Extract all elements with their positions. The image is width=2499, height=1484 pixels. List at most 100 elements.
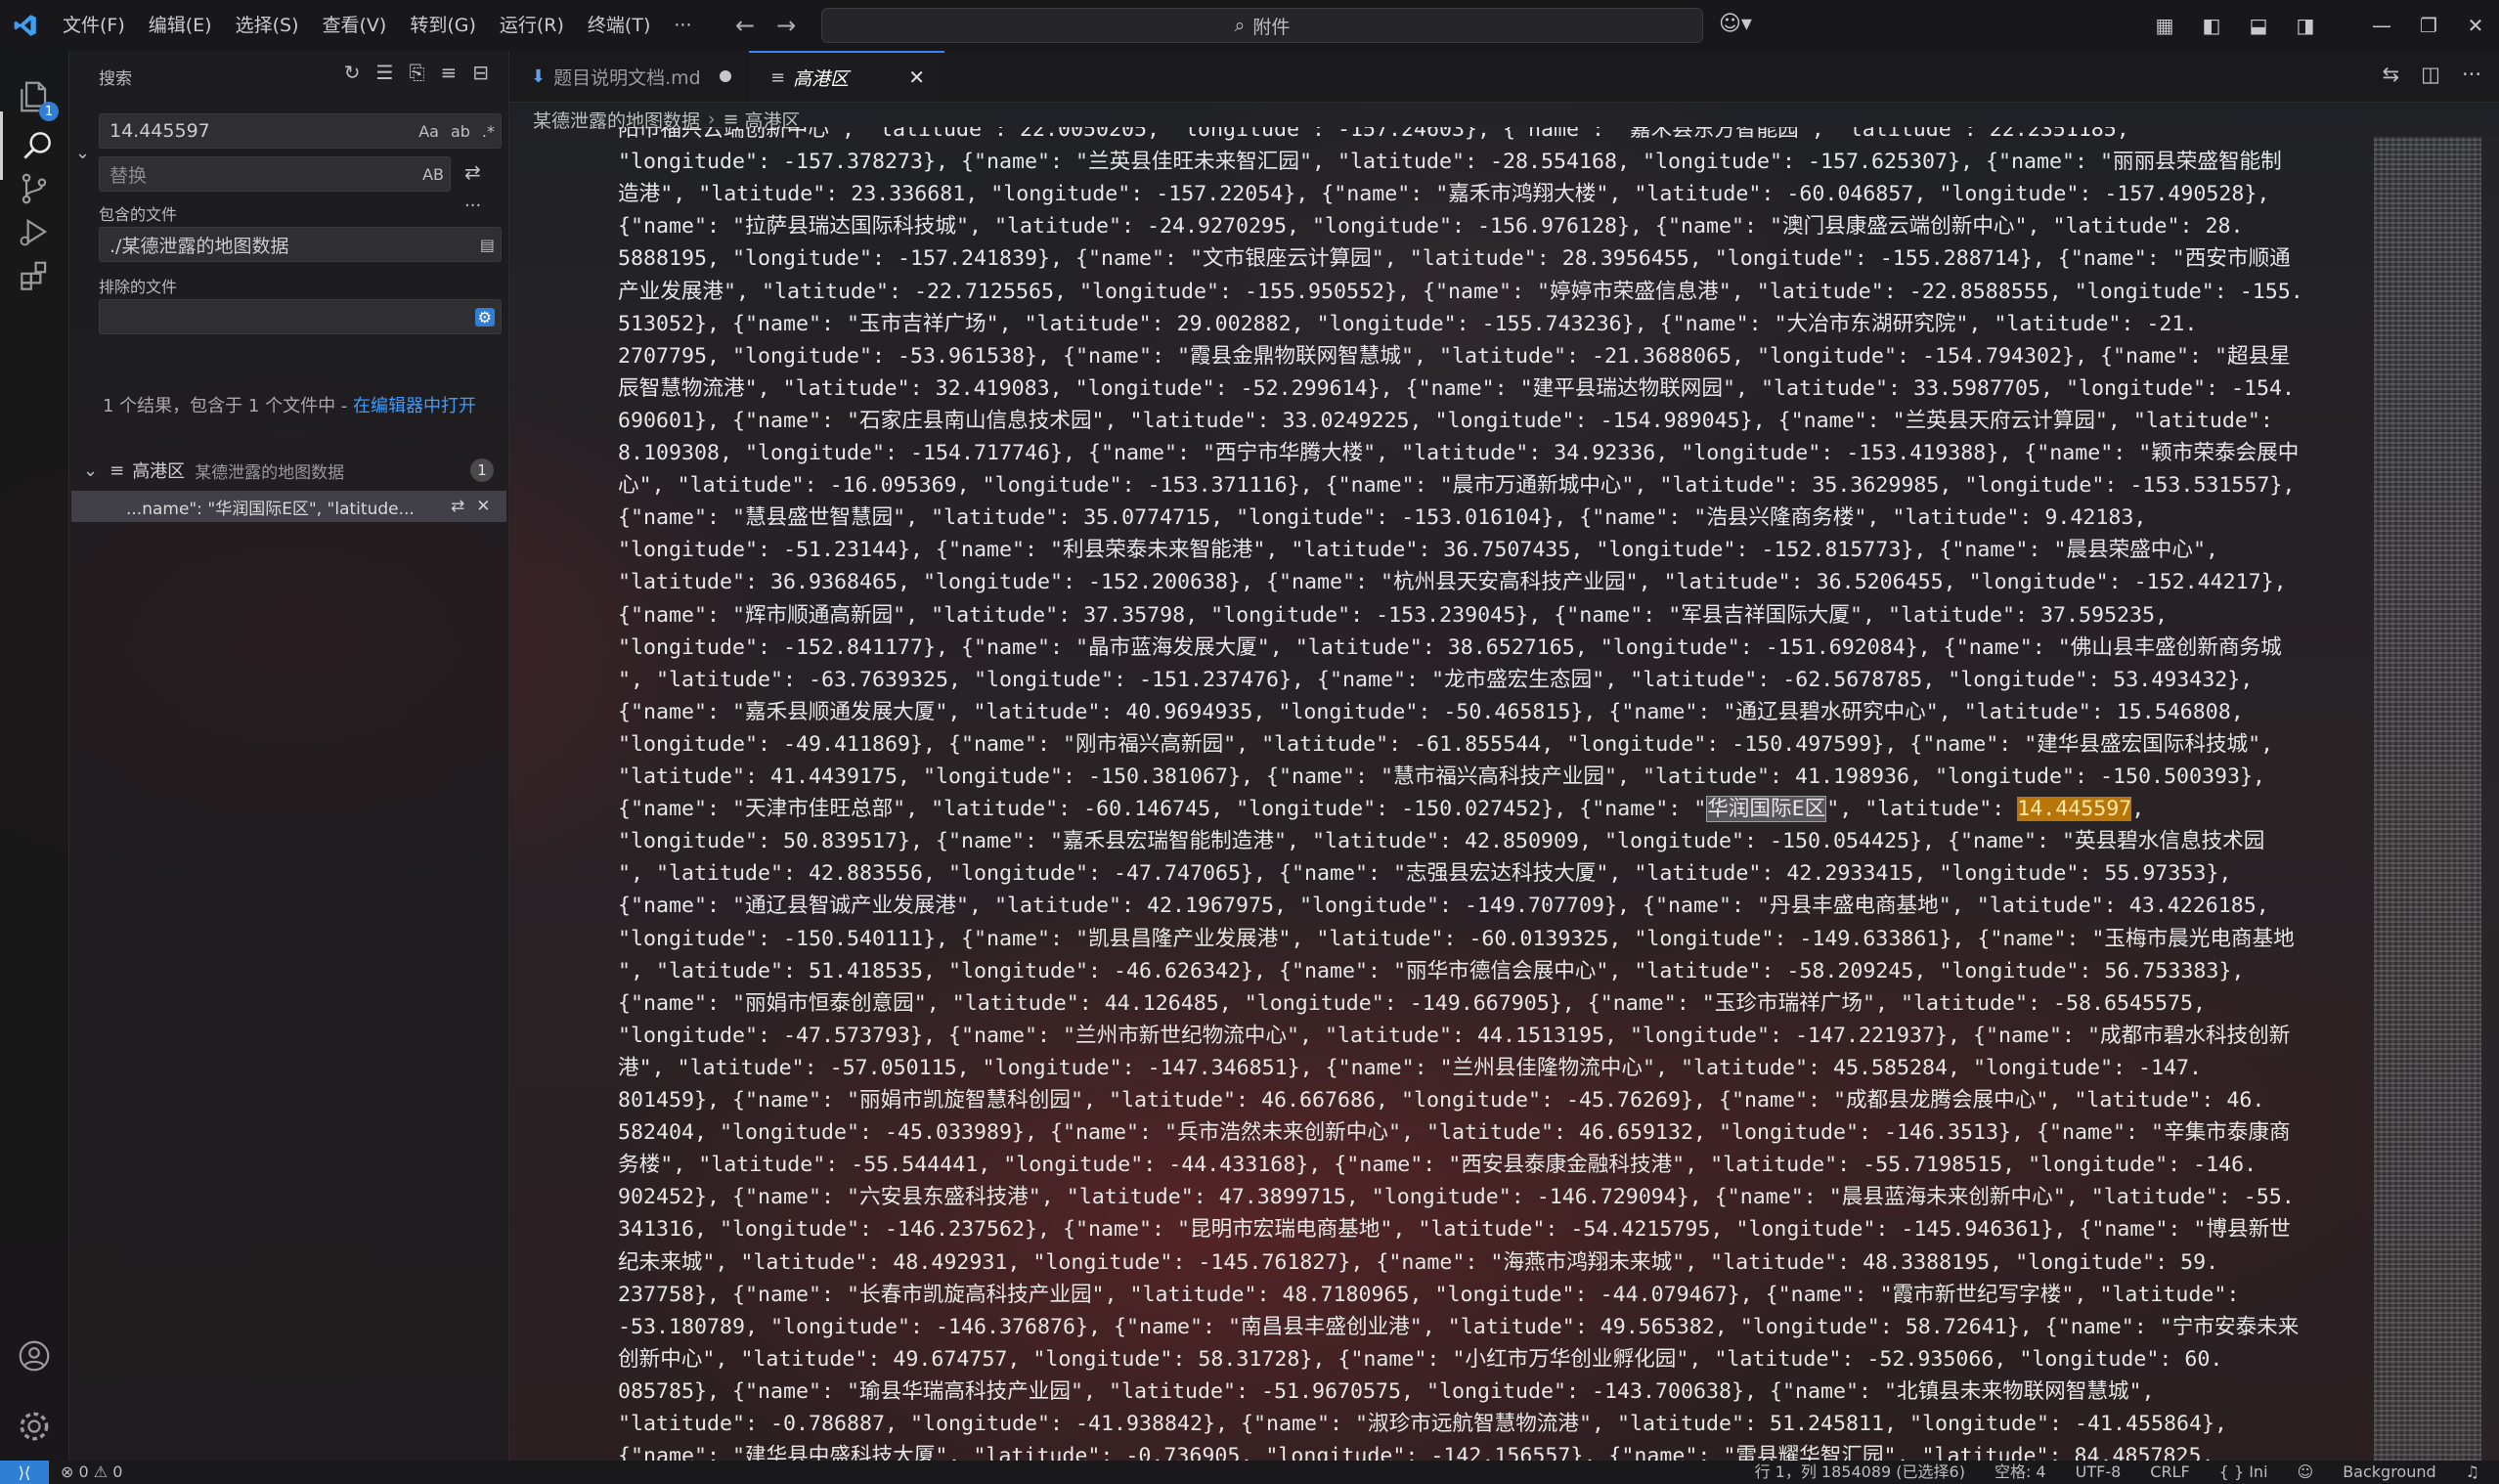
clear-results-icon[interactable]: ☰	[376, 61, 394, 84]
code-text: "longitude": -157.378273}, {"name": "兰英县…	[618, 150, 2282, 175]
code-text: 纪未来城", "latitude": 48.492931, "longitude…	[618, 1249, 2219, 1275]
code-line: {"name": "通辽县智诚产业发展港", "latitude": 42.19…	[618, 890, 2269, 922]
compare-icon[interactable]: ⇆	[2383, 63, 2400, 86]
extensions-icon[interactable]	[0, 242, 68, 311]
menu-item[interactable]: 编辑(E)	[137, 0, 224, 51]
minimap[interactable]	[2374, 137, 2481, 1461]
collapse-all-icon[interactable]: ⊟	[472, 61, 489, 84]
new-search-editor-icon[interactable]: ⎘	[409, 61, 424, 84]
toggle-panel-icon[interactable]: ⬓	[2235, 14, 2282, 37]
include-files-input[interactable]: ./某德泄露的地图数据 ▤	[99, 227, 502, 262]
copilot-icon[interactable]: ☺▾	[1719, 12, 1752, 36]
back-arrow-icon[interactable]: ←	[735, 12, 755, 39]
window-controls: ▦ ◧ ⬓ ◨ — ❐ ✕	[2141, 0, 2499, 51]
code-line: 513052}, {"name": "玉市吉祥广场", "latitude": …	[618, 308, 2197, 340]
end-of-line[interactable]: CRLF	[2150, 1461, 2189, 1484]
toggle-sidebar-icon[interactable]: ◧	[2188, 14, 2235, 37]
language-mode[interactable]: { } Ini	[2219, 1461, 2268, 1484]
search-sidebar: 搜索 ↻ ☰ ⎘ ≡ ⊟ ⌄ 14.445597 Aa ab .* 替换 AB …	[69, 51, 509, 1461]
background-extension[interactable]: Background	[2343, 1461, 2435, 1484]
accounts-icon[interactable]	[0, 1322, 68, 1390]
problems-indicator[interactable]: ⊗ 0 ⚠ 0	[61, 1461, 122, 1484]
match-case-icon[interactable]: Aa	[418, 122, 439, 141]
replace-options: AB	[422, 157, 444, 191]
forward-arrow-icon[interactable]: →	[776, 12, 796, 39]
code-text: 513052}, {"name": "玉市吉祥广场", "latitude": …	[618, 311, 2198, 336]
include-files-label: 包含的文件	[99, 205, 178, 224]
dismiss-match-icon[interactable]: ✕	[476, 497, 490, 516]
code-text: {"name": "辉市顺通高新园", "latitude": 37.35798…	[618, 602, 2168, 628]
indentation[interactable]: 空格: 4	[1995, 1461, 2046, 1484]
code-text: "longitude": 50.839517}, {"name": "嘉禾县宏瑞…	[618, 829, 2265, 854]
encoding[interactable]: UTF-8	[2076, 1461, 2122, 1484]
close-window-icon[interactable]: ✕	[2452, 14, 2499, 37]
code-text: {"name": "拉萨县瑞达国际科技城", "latitude": -24.9…	[618, 214, 2244, 240]
code-line: 690601}, {"name": "石家庄县南山信息技术园", "latitu…	[618, 405, 2273, 437]
refresh-icon[interactable]: ↻	[344, 61, 361, 84]
close-tab-icon[interactable]: ✕	[908, 65, 925, 89]
remote-indicator-icon[interactable]: ⟩⟨	[0, 1461, 49, 1484]
toggle-replace-chevron-icon[interactable]: ⌄	[75, 143, 90, 163]
toggle-secondary-sidebar-icon[interactable]: ◨	[2282, 14, 2329, 37]
result-match-row[interactable]: ...name": "华润国际E区", "latitude... ⇄ ✕	[71, 491, 506, 522]
code-line: 801459}, {"name": "丽娟市凯旋智慧科创园", "latitud…	[618, 1084, 2264, 1116]
match-whole-word-icon[interactable]: ab	[451, 122, 470, 141]
restore-icon[interactable]: ❐	[2405, 14, 2452, 37]
cursor-position[interactable]: 行 1，列 1854089 (已选择6)	[1755, 1461, 1965, 1484]
tab-gaogang[interactable]: ≡ 高港区 ✕	[749, 51, 944, 102]
split-editor-icon[interactable]: ◫	[2421, 63, 2440, 86]
menu-item[interactable]: 运行(R)	[488, 0, 576, 51]
use-exclude-settings-icon[interactable]: ⚙	[474, 307, 495, 327]
menu-item[interactable]: 转到(G)	[398, 0, 488, 51]
view-as-tree-icon[interactable]: ≡	[440, 61, 457, 84]
menu-item[interactable]: 查看(V)	[311, 0, 399, 51]
editor-actions: ⇆ ◫ ···	[2383, 63, 2481, 86]
menu-item[interactable]: ···	[662, 0, 703, 51]
title-bar: 文件(F) 编辑(E) 选择(S) 查看(V) 转到(G) 运行(R) 终端(T) ··· ←…	[0, 0, 2499, 51]
code-text: ", "latitude": -63.7639325, "longitude":…	[618, 667, 2254, 692]
more-options-icon[interactable]: ···	[464, 196, 481, 216]
customize-layout-icon[interactable]: ▦	[2141, 14, 2188, 37]
code-line: 务楼", "latitude": -55.544441, "longitude"…	[618, 1149, 2257, 1181]
code-line: "latitude": 36.9368465, "longitude": -15…	[618, 566, 2287, 598]
tab-label: 高港区	[793, 67, 850, 90]
more-actions-icon[interactable]: ···	[2462, 63, 2481, 86]
code-line: "longitude": -150.540111}, {"name": "凯县昌…	[618, 923, 2295, 955]
menu-item[interactable]: 文件(F)	[51, 0, 137, 51]
menu-item[interactable]: 终端(T)	[576, 0, 662, 51]
menu-item[interactable]: 选择(S)	[224, 0, 311, 51]
search-open-editors-icon[interactable]: ▤	[480, 236, 495, 254]
copilot-status-icon[interactable]: ☺	[2298, 1461, 2314, 1484]
code-editor[interactable]: 阳市福兴云端创新中心", "latitude": 22.0050205, "lo…	[618, 127, 2358, 1461]
code-line: 8.109308, "longitude": -154.717746}, {"n…	[618, 437, 2299, 469]
minimize-icon[interactable]: —	[2358, 14, 2405, 37]
code-line: 创新中心", "latitude": 49.674757, "longitude…	[618, 1343, 2222, 1375]
exclude-files-input[interactable]: ⚙	[99, 299, 502, 334]
notifications-bell-icon[interactable]: ♫	[2466, 1461, 2479, 1484]
code-line: 5888195, "longitude": -157.241839}, {"na…	[618, 242, 2291, 275]
vertical-scrollbar[interactable]	[2481, 137, 2499, 1461]
search-input[interactable]: 14.445597 Aa ab .*	[99, 113, 502, 149]
exclude-files-label: 排除的文件	[99, 278, 178, 296]
preserve-case-icon[interactable]: AB	[422, 165, 444, 184]
vscode-logo-icon	[0, 0, 51, 51]
selected-name-highlight: 华润国际E区	[1706, 796, 1827, 823]
replace-input[interactable]: 替换 AB	[99, 156, 451, 192]
activity-bar: 1	[0, 51, 69, 1461]
result-file-row[interactable]: ⌄ ≡ 高港区 某德泄露的地图数据 1	[83, 456, 504, 485]
open-in-editor-link[interactable]: 在编辑器中打开	[353, 396, 476, 416]
include-tools: ▤	[480, 228, 495, 261]
code-line: 心", "latitude": -16.095369, "longitude":…	[618, 469, 2295, 502]
code-line: ", "latitude": 51.418535, "longitude": -…	[618, 955, 2244, 987]
code-text: {"name": "慧县盛世智慧园", "latitude": 35.07747…	[618, 505, 2147, 531]
code-text: {"name": "天津市佳旺总部", "latitude": -60.1467…	[618, 797, 1707, 822]
command-center[interactable]: ⌕ 附件	[821, 8, 1703, 43]
replace-match-icon[interactable]: ⇄	[451, 497, 464, 516]
code-line: {"name": "丽娟市恒泰创意园", "latitude": 44.1264…	[618, 987, 2206, 1020]
use-regex-icon[interactable]: .*	[482, 122, 495, 141]
tab-readme[interactable]: ⬇ 题目说明文档.md	[509, 51, 749, 102]
replace-all-icon[interactable]: ⇄	[464, 160, 481, 184]
settings-gear-icon[interactable]	[0, 1392, 68, 1461]
code-text: {"name": "丽娟市恒泰创意园", "latitude": 44.1264…	[618, 990, 2206, 1016]
search-actions: ↻ ☰ ⎘ ≡ ⊟	[344, 61, 489, 84]
